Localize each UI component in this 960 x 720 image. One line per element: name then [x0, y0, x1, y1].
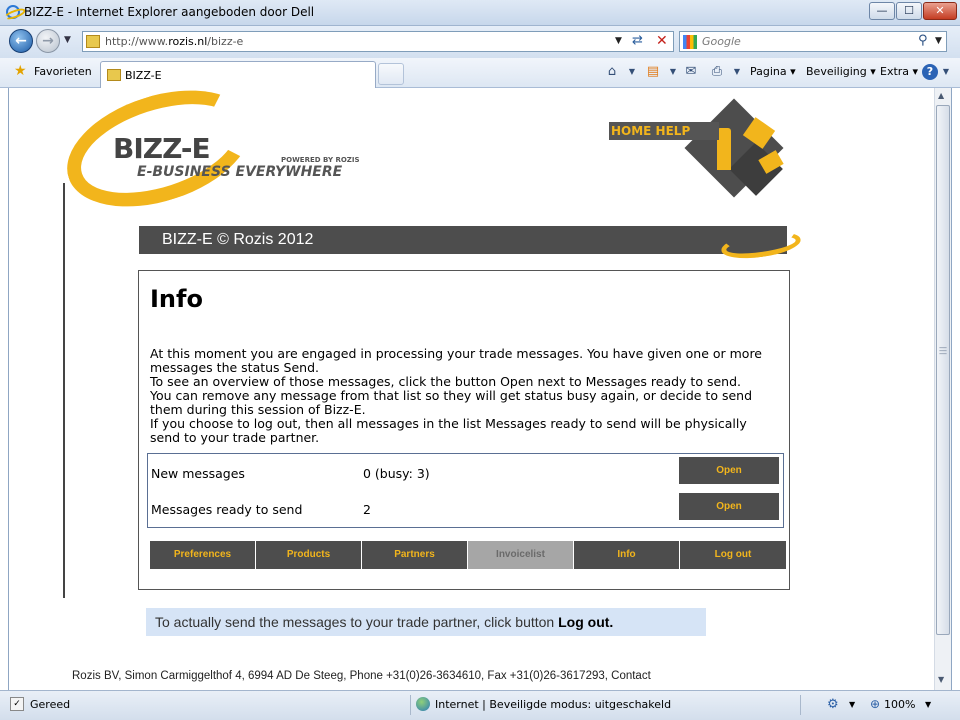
status-separator [800, 695, 801, 715]
logo-powered-by: POWERED BY ROZIS [281, 156, 360, 164]
info-line: You can remove any message from that lis… [150, 388, 753, 403]
mail-icon[interactable]: ✉ [683, 64, 699, 80]
extra-menu[interactable]: Extra ▾ [880, 65, 918, 78]
page-viewport: BIZZ-E E-BUSINESS EVERYWHERE POWERED BY … [8, 88, 952, 690]
favorites-bar: ★ Favorieten BIZZ-E ⌂ ▼ ▤ ▼ ✉ ⎙ ▼ Pagina… [0, 58, 960, 88]
page-title: Info [150, 285, 203, 313]
page-banner: BIZZ-E © Rozis 2012 [139, 226, 787, 254]
status-separator [410, 695, 411, 715]
address-toolbar: ← → ▼ http://www.rozis.nl/bizz-e ▼ ⇄ ✕ G… [0, 26, 960, 58]
nav-info[interactable]: Info [574, 541, 680, 569]
new-messages-value: 0 (busy: 3) [363, 466, 430, 481]
title-bar: BIZZ-E - Internet Explorer aangeboden do… [0, 0, 960, 26]
info-line: messages the status Send. [150, 360, 319, 375]
info-line: To see an overview of those messages, cl… [150, 374, 741, 389]
print-icon[interactable]: ⎙ [709, 64, 725, 80]
help-icon[interactable]: ? [922, 64, 938, 80]
logo-name: BIZZ-E [113, 132, 211, 165]
zoom-level[interactable]: 100% [884, 698, 915, 711]
tab-label: BIZZ-E [125, 69, 162, 82]
ready-messages-value: 2 [363, 502, 371, 517]
main-navigation: Preferences Products Partners Invoicelis… [150, 541, 786, 569]
new-messages-label: New messages [151, 466, 245, 481]
info-line: At this moment you are engaged in proces… [150, 346, 762, 361]
print-dropdown-icon[interactable]: ▼ [729, 64, 745, 80]
search-placeholder: Google [702, 35, 741, 48]
tab-bizz-e[interactable]: BIZZ-E [100, 61, 376, 88]
stop-icon[interactable]: ✕ [656, 33, 668, 49]
maximize-button[interactable]: ☐ [896, 2, 922, 20]
vertical-scrollbar[interactable]: ▲ — — — ▼ [934, 88, 951, 690]
history-dropdown-icon[interactable]: ▼ [64, 35, 71, 45]
status-ready: Gereed [30, 698, 71, 711]
internet-zone-icon [416, 697, 430, 711]
forward-button[interactable]: → [36, 29, 60, 53]
scroll-down-icon[interactable]: ▼ [938, 675, 944, 684]
favorites-label: Favorieten [34, 65, 92, 78]
new-tab-button[interactable] [378, 63, 404, 85]
messages-table: New messages 0 (busy: 3) Open Messages r… [147, 453, 784, 528]
logo-tagline: E-BUSINESS EVERYWHERE [137, 164, 343, 180]
close-button[interactable]: ✕ [923, 2, 957, 20]
feeds-icon[interactable]: ▤ [645, 64, 661, 80]
scroll-thumb[interactable] [936, 105, 950, 635]
search-field[interactable]: Google ⚲ ▼ [679, 31, 947, 52]
page-menu[interactable]: Pagina ▾ [750, 65, 796, 78]
nav-products[interactable]: Products [256, 541, 362, 569]
status-bar: ✓ Gereed Internet | Beveiligde modus: ui… [0, 690, 960, 720]
address-dropdown-icon[interactable]: ▼ [615, 36, 622, 46]
star-icon: ★ [14, 63, 27, 79]
nav-log-out[interactable]: Log out [680, 541, 786, 569]
hint-text: To actually send the messages to your tr… [155, 614, 559, 630]
url-text: http://www.rozis.nl/bizz-e [105, 35, 244, 48]
open-ready-messages-button[interactable]: Open [679, 493, 779, 520]
nav-invoicelist[interactable]: Invoicelist [468, 541, 574, 569]
tab-favicon-icon [107, 69, 121, 81]
info-line: If you choose to log out, then all messa… [150, 416, 747, 431]
search-icon[interactable]: ⚲ [918, 33, 928, 48]
info-line: them during this session of Bizz-E. [150, 402, 366, 417]
page-status-icon: ✓ [10, 697, 24, 711]
status-zone[interactable]: Internet | Beveiligde modus: uitgeschake… [435, 698, 671, 711]
google-icon [683, 35, 697, 49]
security-menu[interactable]: Beveiliging ▾ [806, 65, 876, 78]
help-dropdown-icon[interactable]: ▼ [938, 64, 954, 80]
protected-mode-dropdown-icon[interactable]: ▼ [849, 700, 855, 709]
ready-messages-label: Messages ready to send [151, 502, 303, 517]
nav-preferences[interactable]: Preferences [150, 541, 256, 569]
site-favicon-icon [86, 35, 100, 48]
bottle-icon [717, 128, 731, 170]
hint-callout: To actually send the messages to your tr… [146, 608, 706, 636]
window-title: BIZZ-E - Internet Explorer aangeboden do… [24, 5, 315, 19]
zoom-dropdown-icon[interactable]: ▼ [925, 700, 931, 709]
protected-mode-icon[interactable]: ⚙ [827, 697, 839, 712]
feeds-dropdown-icon[interactable]: ▼ [665, 64, 681, 80]
info-description: At this moment you are engaged in proces… [150, 347, 780, 445]
scroll-grip-icon: — — — [939, 343, 947, 358]
scroll-up-icon[interactable]: ▲ [938, 91, 944, 100]
info-line: send to your trade partner. [150, 430, 320, 445]
hint-bold: Log out. [558, 614, 614, 630]
internet-explorer-icon [6, 5, 20, 19]
open-new-messages-button[interactable]: Open [679, 457, 779, 484]
info-panel: Info At this moment you are engaged in p… [138, 270, 790, 590]
home-dropdown-icon[interactable]: ▼ [624, 64, 640, 80]
search-dropdown-icon[interactable]: ▼ [935, 36, 942, 46]
page-footer: Rozis BV, Simon Carmiggelthof 4, 6994 AD… [72, 670, 651, 682]
favorites-button[interactable]: ★ Favorieten [14, 63, 92, 79]
nav-partners[interactable]: Partners [362, 541, 468, 569]
minimize-button[interactable]: — [869, 2, 895, 20]
home-icon[interactable]: ⌂ [604, 64, 620, 80]
back-button[interactable]: ← [9, 29, 33, 53]
address-field[interactable]: http://www.rozis.nl/bizz-e ▼ ⇄ ✕ [82, 31, 674, 52]
refresh-icon[interactable]: ⇄ [632, 33, 643, 48]
zoom-icon[interactable]: ⊕ [870, 697, 880, 711]
home-help-links[interactable]: HOME HELP [609, 122, 719, 140]
left-divider-line [63, 183, 65, 598]
